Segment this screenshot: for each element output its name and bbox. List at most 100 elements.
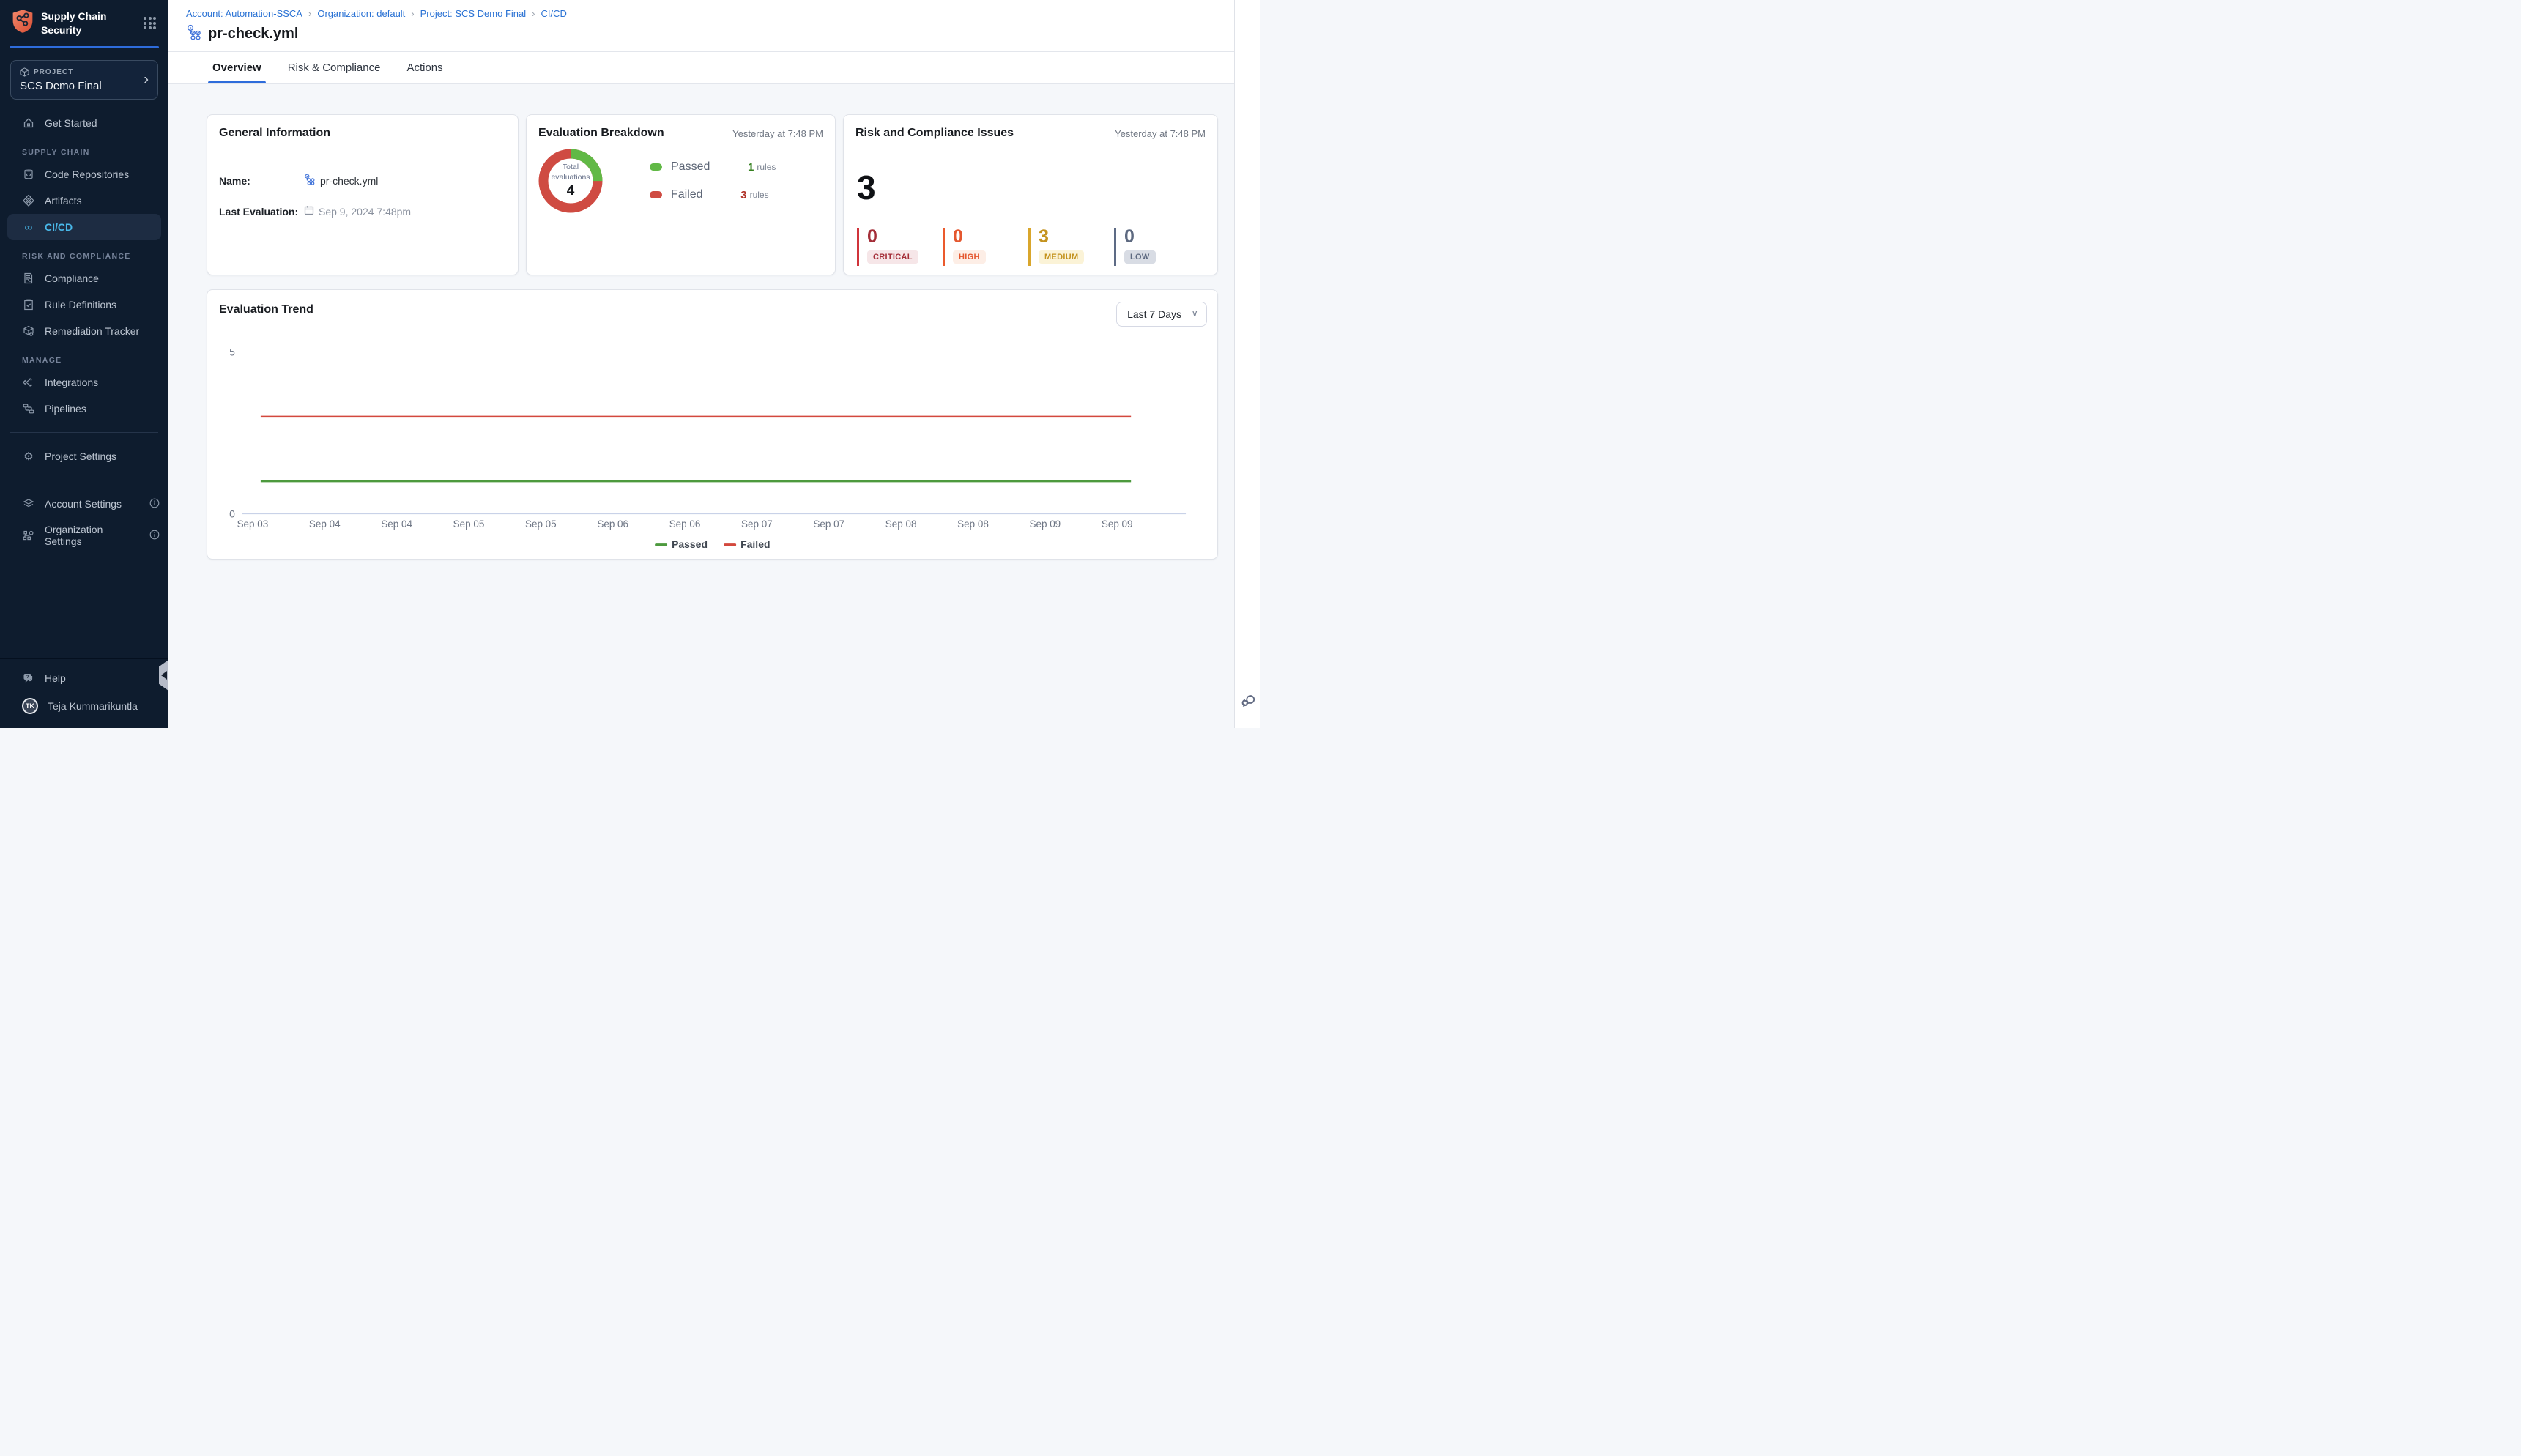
severity-badge: LOW	[1124, 250, 1156, 264]
svg-text:Sep 03: Sep 03	[237, 519, 269, 530]
risk-compliance-issues-card: Risk and Compliance Issues Yesterday at …	[843, 114, 1218, 275]
app-logo-row: Supply Chain Security	[0, 0, 168, 45]
breadcrumb-separator: ›	[308, 8, 311, 19]
sidebar-item-compliance[interactable]: Compliance	[0, 265, 168, 291]
breakdown-legend: Passed 1 rules Failed 3 rules	[650, 160, 776, 201]
breadcrumb-separator: ›	[532, 8, 535, 19]
sidebar-item-artifacts[interactable]: Artifacts	[0, 187, 168, 214]
failed-swatch-icon	[650, 191, 662, 198]
tabs-bar: Overview Risk & Compliance Actions	[168, 52, 1234, 84]
passed-swatch-icon	[650, 163, 662, 171]
svg-text:Sep 06: Sep 06	[597, 519, 628, 530]
shield-logo-icon	[12, 9, 34, 37]
home-icon	[22, 116, 35, 130]
card-title: General Information	[219, 127, 506, 140]
svg-text:Sep 06: Sep 06	[669, 519, 701, 530]
evaluation-trend-card: Evaluation Trend Last 7 Days ∨ 50Sep 03S…	[207, 289, 1218, 560]
sidebar-nav: Get Started SUPPLY CHAIN Code Repositori…	[0, 110, 168, 658]
cube-icon	[20, 67, 29, 77]
severity-critical: 0 CRITICAL	[857, 228, 918, 266]
total-issues-value: 3	[857, 168, 876, 207]
sidebar-item-rule-definitions[interactable]: Rule Definitions	[0, 291, 168, 318]
card-timestamp: Yesterday at 7:48 PM	[732, 128, 823, 139]
app-title: Supply Chain Security	[41, 10, 134, 36]
help-chat-icon: ?	[22, 672, 35, 685]
sidebar-item-remediation-tracker[interactable]: Remediation Tracker	[0, 318, 168, 344]
svg-text:Sep 09: Sep 09	[1102, 519, 1133, 530]
sidebar-item-account-settings[interactable]: Account Settings	[0, 491, 168, 517]
breadcrumb-organization[interactable]: Organization: default	[317, 8, 405, 19]
artifacts-icon	[22, 194, 35, 207]
infinity-icon: ∞	[22, 220, 35, 234]
tab-overview[interactable]: Overview	[212, 62, 261, 83]
tab-risk-compliance[interactable]: Risk & Compliance	[288, 62, 381, 83]
right-rail	[1234, 0, 1260, 728]
nav-section-manage: MANAGE	[0, 344, 168, 369]
sidebar-item-cicd[interactable]: ∞ CI/CD	[7, 214, 161, 240]
user-avatar: TK	[22, 698, 38, 714]
sidebar-item-organization-settings[interactable]: Organization Settings	[0, 517, 168, 554]
project-name: SCS Demo Final	[20, 80, 149, 92]
package-icon	[22, 324, 35, 338]
gear-icon: ⚙	[22, 450, 35, 463]
svg-text:Sep 08: Sep 08	[957, 519, 989, 530]
help-button[interactable]: ? Help	[0, 665, 168, 691]
last-evaluation-value: Sep 9, 2024 7:48pm	[319, 206, 411, 218]
info-icon[interactable]	[149, 498, 160, 510]
legend-row-passed: Passed 1 rules	[650, 160, 776, 174]
svg-text:Failed: Failed	[740, 538, 770, 550]
breadcrumb-cicd[interactable]: CI/CD	[541, 8, 566, 19]
svg-text:0: 0	[229, 508, 235, 519]
nav-divider	[10, 432, 158, 433]
layers-gear-icon	[22, 497, 35, 510]
document-search-icon	[22, 272, 35, 285]
card-timestamp: Yesterday at 7:48 PM	[1115, 128, 1206, 139]
general-information-card: General Information Name:	[207, 114, 519, 275]
repository-icon	[22, 168, 35, 181]
svg-text:Sep 09: Sep 09	[1030, 519, 1061, 530]
severity-badge: CRITICAL	[867, 250, 918, 264]
project-label-row: PROJECT	[20, 67, 149, 77]
svg-text:Sep 04: Sep 04	[381, 519, 412, 530]
svg-text:Sep 05: Sep 05	[525, 519, 557, 530]
tab-actions[interactable]: Actions	[406, 62, 442, 83]
app-switcher-icon[interactable]	[141, 15, 158, 31]
pipeline-name-value: pr-check.yml	[320, 175, 378, 187]
support-chat-icon[interactable]	[1241, 694, 1255, 712]
main-area: Account: Automation-SSCA › Organization:…	[168, 0, 1234, 728]
pipeline-dag-icon	[304, 174, 316, 187]
svg-text:Sep 05: Sep 05	[453, 519, 485, 530]
clipboard-check-icon	[22, 298, 35, 311]
title-row: pr-check.yml	[186, 24, 1234, 44]
svg-text:Sep 08: Sep 08	[885, 519, 917, 530]
svg-text:Passed: Passed	[672, 538, 708, 550]
severity-low: 0 LOW	[1114, 228, 1176, 266]
sidebar-item-get-started[interactable]: Get Started	[0, 110, 168, 136]
sidebar: Supply Chain Security PROJECT SCS Demo F…	[0, 0, 168, 728]
last-evaluation-row: Last Evaluation: Sep 9, 2024 7:48pm	[219, 205, 506, 218]
pipelines-icon	[22, 402, 35, 415]
severity-high: 0 HIGH	[943, 228, 1004, 266]
sidebar-item-pipelines[interactable]: Pipelines	[0, 395, 168, 422]
share-nodes-icon	[22, 376, 35, 389]
sidebar-item-project-settings[interactable]: ⚙ Project Settings	[0, 443, 168, 469]
pipeline-dag-icon	[186, 24, 202, 44]
svg-text:Sep 04: Sep 04	[309, 519, 341, 530]
breadcrumb-account[interactable]: Account: Automation-SSCA	[186, 8, 302, 19]
info-icon[interactable]	[149, 530, 160, 542]
sidebar-item-code-repositories[interactable]: Code Repositories	[0, 161, 168, 187]
evaluations-donut-chart: Total evaluations 4	[534, 144, 607, 218]
svg-text:Sep 07: Sep 07	[741, 519, 773, 530]
sidebar-footer: ? Help TK Teja Kummarikuntla	[0, 658, 168, 728]
sidebar-item-integrations[interactable]: Integrations	[0, 369, 168, 395]
legend-row-failed: Failed 3 rules	[650, 188, 776, 201]
evaluation-trend-chart: 50Sep 03Sep 04Sep 04Sep 05Sep 05Sep 06Se…	[207, 290, 1217, 559]
name-row: Name: pr-chec	[219, 174, 506, 187]
page-content: General Information Name:	[168, 84, 1234, 560]
user-menu[interactable]: TK Teja Kummarikuntla	[0, 691, 168, 721]
nav-section-supply-chain: SUPPLY CHAIN	[0, 136, 168, 161]
breadcrumb-project[interactable]: Project: SCS Demo Final	[420, 8, 527, 19]
severity-medium: 3 MEDIUM	[1028, 228, 1090, 266]
svg-text:Sep 07: Sep 07	[813, 519, 844, 530]
project-selector[interactable]: PROJECT SCS Demo Final ›	[10, 60, 158, 100]
